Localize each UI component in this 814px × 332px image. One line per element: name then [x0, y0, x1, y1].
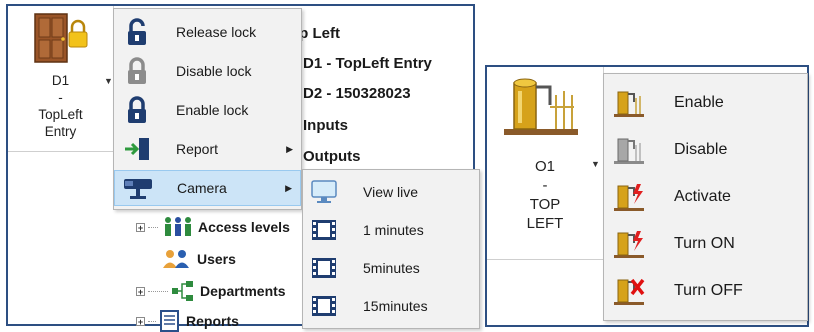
menu-item-disable-lock[interactable]: Disable lock	[114, 53, 301, 89]
users-icon	[163, 250, 189, 268]
door-tile[interactable]: D1 - TopLeft Entry ▼	[8, 6, 114, 152]
menu-item-enable-lock[interactable]: Enable lock	[114, 92, 301, 128]
submenu-item-1-minutes[interactable]: 1 minutes	[303, 212, 479, 248]
menu-item-turn-on[interactable]: Turn ON	[604, 221, 807, 267]
relay-on-icon	[614, 231, 644, 258]
expand-icon[interactable]: +	[136, 222, 145, 232]
monitor-icon	[311, 180, 337, 203]
submenu-arrow-icon: ▶	[286, 143, 293, 154]
menu-item-label: Report	[176, 141, 219, 157]
film-icon	[312, 258, 336, 278]
tile-label-line: D1	[51, 73, 70, 88]
door-with-padlock-icon	[34, 13, 88, 63]
padlock-open-icon	[128, 18, 146, 45]
tile-label-line: O1	[534, 158, 555, 175]
bg-label-door-d1: D1 - TopLeft Entry	[303, 55, 432, 72]
menu-item-label: Turn ON	[674, 235, 735, 252]
tile-label-line: TOP	[529, 196, 561, 213]
dropdown-arrow-icon[interactable]: ▼	[104, 76, 113, 86]
access-levels-icon	[165, 217, 191, 236]
tree-label: Reports	[186, 313, 239, 329]
tree-label: Users	[197, 251, 236, 267]
camera-icon	[124, 179, 152, 199]
camera-submenu: View live 1 minutes 5minutes 15minutes	[302, 169, 480, 329]
film-icon	[312, 296, 336, 316]
relay-activate-icon	[614, 184, 644, 211]
tree-item-departments[interactable]: + Departments	[136, 280, 286, 302]
menu-item-release-lock[interactable]: Release lock	[114, 14, 301, 50]
menu-item-disable[interactable]: Disable	[604, 127, 807, 173]
submenu-item-label: View live	[363, 184, 418, 200]
menu-item-turn-off[interactable]: Turn OFF	[604, 268, 807, 314]
tree-item-users[interactable]: Users	[160, 248, 236, 270]
padlock-closed-icon	[128, 96, 146, 123]
submenu-item-5minutes[interactable]: 5minutes	[303, 250, 479, 286]
tree-connector	[148, 226, 158, 228]
expand-icon[interactable]: +	[136, 286, 145, 296]
relay-enable-icon	[614, 91, 644, 117]
tree-connector	[148, 320, 156, 322]
tree-connector	[148, 290, 168, 292]
tree-label: Access levels	[198, 219, 290, 235]
menu-item-camera[interactable]: Camera ▶	[114, 170, 301, 206]
menu-item-label: Camera	[177, 180, 227, 196]
tile-label-line: -	[58, 90, 63, 105]
output-tile[interactable]: O1 - TOP LEFT ▼	[487, 67, 604, 260]
report-door-icon	[125, 138, 149, 160]
output-panel: O1 - TOP LEFT ▼ Enable Disable Activate …	[485, 65, 809, 327]
bg-label-outputs[interactable]: Outputs	[303, 148, 361, 165]
dropdown-arrow-icon[interactable]: ▼	[591, 159, 600, 169]
bg-label-inputs[interactable]: Inputs	[303, 117, 348, 134]
relay-disable-icon	[614, 138, 644, 164]
tree-label: Departments	[200, 283, 286, 299]
door-panel: op Left D1 - TopLeft Entry D2 - 15032802…	[6, 4, 480, 332]
menu-item-label: Enable lock	[176, 102, 249, 118]
menu-item-label: Disable	[674, 141, 728, 158]
menu-item-label: Turn OFF	[674, 282, 743, 299]
submenu-item-label: 1 minutes	[363, 222, 424, 238]
relay-output-icon	[504, 78, 578, 135]
submenu-item-view-live[interactable]: View live	[303, 174, 479, 210]
reports-icon	[160, 310, 179, 332]
tile-label-line: LEFT	[526, 215, 564, 232]
submenu-item-15minutes[interactable]: 15minutes	[303, 288, 479, 324]
tile-label-line: TopLeft	[38, 107, 83, 122]
menu-item-label: Disable lock	[176, 63, 252, 79]
submenu-arrow-icon: ▶	[285, 182, 292, 193]
tile-label-line: Entry	[44, 124, 77, 139]
menu-item-report[interactable]: Report ▶	[114, 131, 301, 167]
tile-label-line: -	[542, 177, 548, 194]
submenu-item-label: 15minutes	[363, 298, 428, 314]
tree-item-access-levels[interactable]: + Access levels	[136, 216, 290, 238]
menu-item-enable[interactable]: Enable	[604, 80, 807, 126]
output-context-menu: Enable Disable Activate Turn ON Turn OFF	[603, 73, 808, 321]
menu-item-label: Release lock	[176, 24, 257, 40]
film-icon	[312, 220, 336, 240]
padlock-disabled-icon	[128, 57, 146, 84]
tree-item-reports[interactable]: + Reports	[136, 310, 239, 332]
menu-item-label: Enable	[674, 94, 724, 111]
door-context-menu: Release lock Disable lock Enable lock Re…	[113, 8, 302, 210]
departments-icon	[172, 281, 193, 301]
submenu-item-label: 5minutes	[363, 260, 420, 276]
bg-label-door-d2: D2 - 150328023	[303, 85, 411, 102]
menu-item-label: Activate	[674, 188, 731, 205]
expand-icon[interactable]: +	[136, 316, 145, 326]
relay-off-icon	[614, 278, 645, 305]
menu-item-activate[interactable]: Activate	[604, 174, 807, 220]
